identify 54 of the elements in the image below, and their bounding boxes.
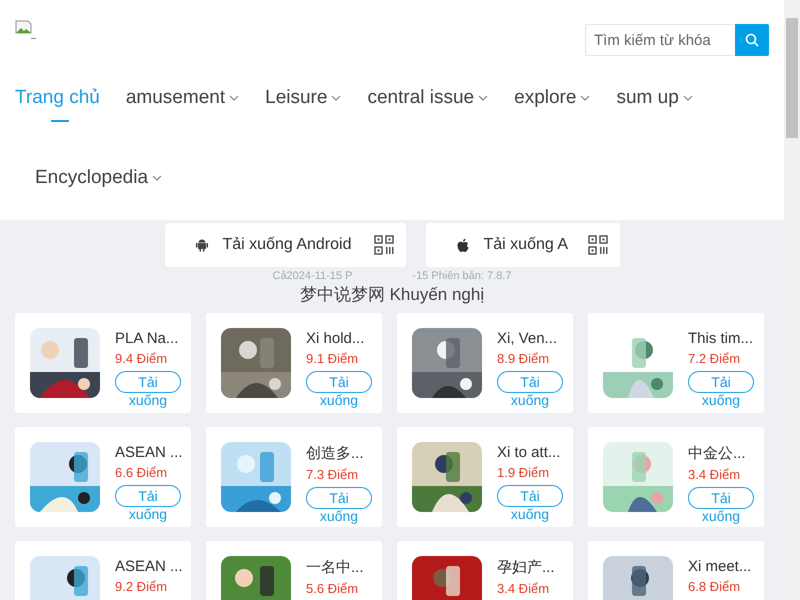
app-score: 8.9 Điểm (497, 351, 550, 366)
app-score: 3.4 Điểm (688, 467, 740, 482)
version-text: -15 Phiên bản: 7.8.7 (412, 270, 512, 282)
active-underline (51, 120, 70, 122)
app-score: 5.6 Điểm (306, 581, 358, 596)
android-icon (194, 238, 208, 252)
nav-tab[interactable]: Encyclopedia (15, 164, 168, 192)
app-title: Xi hold... (306, 330, 364, 347)
app-score: 7.3 Điểm (306, 467, 358, 482)
search-button[interactable] (735, 24, 769, 56)
app-title: 创造多... (306, 444, 364, 463)
scrollbar-thumb[interactable] (786, 18, 798, 138)
app-score: 9.1 Điểm (306, 351, 358, 366)
broken-image-icon (15, 20, 37, 40)
app-score: 7.2 Điểm (688, 351, 740, 366)
nav-tab[interactable]: Trang chủ (15, 84, 106, 112)
download-button[interactable]: Tải xuống Android (164, 223, 406, 267)
download-button[interactable]: Tải xuống (115, 485, 181, 523)
app-title: ASEAN ... (115, 444, 183, 461)
apple-icon (456, 238, 470, 252)
app-score: 9.2 Điểm (115, 579, 168, 594)
app-title: Xi meet... (688, 558, 752, 575)
app-title: PLA Na... (115, 330, 178, 347)
app-score: 6.6 Điểm (115, 465, 168, 480)
app-title: 孕妇产... (497, 558, 555, 577)
qr-code-icon (588, 235, 608, 255)
download-button[interactable]: Tải xuống (306, 371, 372, 409)
app-score: 1.9 Điểm (497, 465, 550, 480)
nav-tab[interactable]: sum up (596, 84, 699, 112)
date-text: Cả2024-11-15 P (272, 270, 352, 282)
search-field[interactable]: Tìm kiếm từ khóa (585, 24, 735, 56)
app-title: 一名中... (306, 558, 364, 577)
app-score: 6.8 Điểm (688, 579, 740, 594)
app-title: This tim... (688, 330, 754, 347)
app-title: Xi, Ven... (497, 330, 558, 347)
app-title: 中金公... (688, 444, 746, 463)
nav-tab[interactable]: Leisure (245, 84, 348, 112)
download-button[interactable]: Tải xuống (497, 371, 563, 409)
download-button[interactable]: Tải xuống (497, 485, 563, 523)
nav-tab[interactable]: central issue (347, 84, 494, 112)
search-icon (745, 33, 759, 47)
section-heading: 梦中说梦网 Khuyến nghị (300, 285, 484, 304)
nav-tab[interactable]: explore (494, 84, 596, 112)
download-button[interactable]: Tải xuống (688, 371, 754, 409)
app-title: Xi to att... (497, 444, 560, 461)
nav-tab[interactable]: amusement (106, 84, 246, 112)
download-button[interactable]: Tải xuống (115, 371, 181, 409)
download-button[interactable]: Tải xuống A (426, 223, 620, 267)
qr-code-icon (374, 235, 394, 255)
app-score: 9.4 Điểm (115, 351, 168, 366)
download-button[interactable]: Tải xuống (306, 487, 372, 525)
download-button[interactable]: Tải xuống (688, 487, 754, 525)
app-title: ASEAN ... (115, 558, 183, 575)
app-score: 3.4 Điểm (497, 581, 550, 596)
